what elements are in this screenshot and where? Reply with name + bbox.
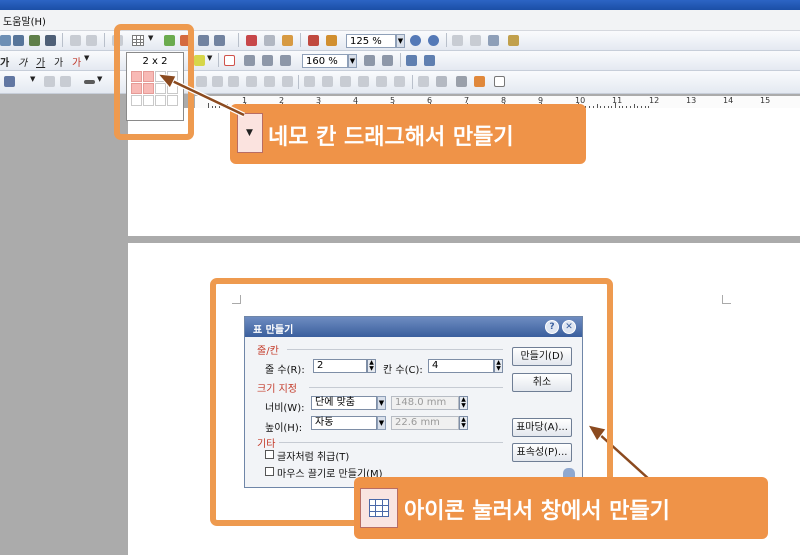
callout-icon-text: 아이콘 눌러서 창에서 만들기	[404, 499, 670, 524]
callout-icon: 아이콘 눌러서 창에서 만들기	[354, 477, 768, 539]
table-icon-large	[360, 488, 398, 528]
